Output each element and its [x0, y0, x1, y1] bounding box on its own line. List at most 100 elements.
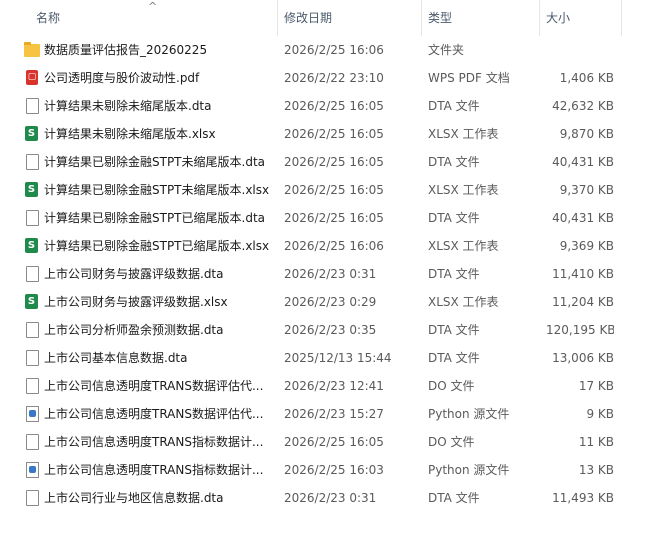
- dta-file-icon: [24, 210, 40, 226]
- file-size: 17 KB: [578, 379, 614, 393]
- file-name-cell: S 计算结果已剔除金融STPT未缩尾版本.xlsx: [24, 176, 276, 204]
- file-name-cell: S 计算结果未剔除未缩尾版本.xlsx: [24, 120, 276, 148]
- file-name-cell: S 计算结果已剔除金融STPT已缩尾版本.xlsx: [24, 232, 276, 260]
- file-row[interactable]: 上市公司信息透明度TRANS数据评估代... 2026/2/23 15:27 Pyt…: [0, 400, 655, 428]
- file-name: 数据质量评估报告_20260225: [44, 43, 208, 57]
- python-file-icon: [24, 462, 40, 478]
- file-modified-date: 2026/2/22 23:10: [284, 71, 384, 85]
- column-header-bar: 名称 ^ 修改日期 类型 大小: [0, 0, 655, 36]
- xlsx-icon: S: [24, 182, 40, 198]
- file-row[interactable]: S 计算结果未剔除未缩尾版本.xlsx 2026/2/25 16:05 XLSX 工作…: [0, 120, 655, 148]
- file-name: 上市公司行业与地区信息数据.dta: [44, 491, 224, 505]
- file-size: 40,431 KB: [552, 211, 614, 225]
- file-size: 40,431 KB: [552, 155, 614, 169]
- column-header-date[interactable]: 修改日期: [278, 0, 422, 36]
- file-name: 计算结果已剔除金融STPT未缩尾版本.dta: [44, 155, 266, 169]
- file-name: 公司透明度与股价波动性.pdf: [44, 71, 200, 85]
- file-size: 11,493 KB: [552, 491, 614, 505]
- file-type: WPS PDF 文档: [428, 71, 510, 85]
- file-type: XLSX 工作表: [428, 183, 499, 197]
- xlsx-icon: S: [24, 294, 40, 310]
- file-type: DTA 文件: [428, 211, 480, 225]
- file-modified-date: 2025/12/13 15:44: [284, 351, 392, 365]
- file-list: 数据质量评估报告_20260225 2026/2/25 16:06 文件夹 ▢ 公司透明…: [0, 36, 655, 512]
- dta-file-icon: [24, 350, 40, 366]
- file-name: 计算结果未剔除未缩尾版本.xlsx: [44, 127, 216, 141]
- file-name-cell: 上市公司行业与地区信息数据.dta: [24, 484, 276, 512]
- file-size: 11 KB: [578, 435, 614, 449]
- file-modified-date: 2026/2/23 0:31: [284, 267, 377, 281]
- do-file-icon: [24, 434, 40, 450]
- file-modified-date: 2026/2/25 16:06: [284, 239, 384, 253]
- file-row[interactable]: S 上市公司财务与披露评级数据.xlsx 2026/2/23 0:29 XLSX 工作…: [0, 288, 655, 316]
- pdf-icon: ▢: [24, 70, 40, 86]
- file-row[interactable]: 计算结果已剔除金融STPT未缩尾版本.dta 2026/2/25 16:05 DTA…: [0, 148, 655, 176]
- file-name-cell: 计算结果已剔除金融STPT已缩尾版本.dta: [24, 204, 276, 232]
- file-name: 上市公司信息透明度TRANS数据评估代...: [44, 407, 264, 421]
- file-row[interactable]: 上市公司行业与地区信息数据.dta 2026/2/23 0:31 DTA 文件 11,…: [0, 484, 655, 512]
- file-modified-date: 2026/2/25 16:05: [284, 99, 384, 113]
- file-row[interactable]: 计算结果未剔除未缩尾版本.dta 2026/2/25 16:05 DTA 文件 42,…: [0, 92, 655, 120]
- file-type: XLSX 工作表: [428, 127, 499, 141]
- file-name: 上市公司信息透明度TRANS指标数据计...: [44, 435, 264, 449]
- file-name: 上市公司信息透明度TRANS数据评估代...: [44, 379, 264, 393]
- file-name-cell: ▢ 公司透明度与股价波动性.pdf: [24, 64, 276, 92]
- file-type: 文件夹: [428, 43, 465, 57]
- file-modified-date: 2026/2/23 0:31: [284, 491, 377, 505]
- file-type: Python 源文件: [428, 463, 510, 477]
- file-size: [546, 36, 614, 64]
- file-type: Python 源文件: [428, 407, 510, 421]
- file-size: 120,195 KB: [546, 323, 614, 337]
- file-row[interactable]: 上市公司基本信息数据.dta 2025/12/13 15:44 DTA 文件 13,0…: [0, 344, 655, 372]
- file-name: 上市公司信息透明度TRANS指标数据计...: [44, 463, 264, 477]
- xlsx-icon: S: [24, 238, 40, 254]
- file-modified-date: 2026/2/25 16:05: [284, 155, 384, 169]
- file-row[interactable]: 上市公司信息透明度TRANS数据评估代... 2026/2/23 12:41 DO …: [0, 372, 655, 400]
- file-type: DO 文件: [428, 435, 475, 449]
- file-row[interactable]: S 计算结果已剔除金融STPT已缩尾版本.xlsx 2026/2/25 16:06 X…: [0, 232, 655, 260]
- file-type: XLSX 工作表: [428, 295, 499, 309]
- dta-file-icon: [24, 490, 40, 506]
- sort-ascending-icon: ^: [148, 0, 158, 13]
- file-row[interactable]: 上市公司信息透明度TRANS指标数据计... 2026/2/25 16:03 Pyt…: [0, 456, 655, 484]
- file-type: DTA 文件: [428, 267, 480, 281]
- file-type: DTA 文件: [428, 155, 480, 169]
- file-name-cell: 上市公司财务与披露评级数据.dta: [24, 260, 276, 288]
- file-type: XLSX 工作表: [428, 239, 499, 253]
- file-modified-date: 2026/2/23 0:29: [284, 295, 377, 309]
- file-size: 9,369 KB: [559, 239, 614, 253]
- file-type: DTA 文件: [428, 323, 480, 337]
- dta-file-icon: [24, 98, 40, 114]
- file-size: 9,370 KB: [559, 183, 614, 197]
- file-modified-date: 2026/2/25 16:05: [284, 127, 384, 141]
- file-size: 11,410 KB: [552, 267, 614, 281]
- file-row[interactable]: S 计算结果已剔除金融STPT未缩尾版本.xlsx 2026/2/25 16:05 X…: [0, 176, 655, 204]
- file-row[interactable]: 上市公司信息透明度TRANS指标数据计... 2026/2/25 16:05 DO …: [0, 428, 655, 456]
- file-name: 上市公司分析师盈余预测数据.dta: [44, 323, 224, 337]
- dta-file-icon: [24, 322, 40, 338]
- dta-file-icon: [24, 266, 40, 282]
- file-modified-date: 2026/2/25 16:05: [284, 211, 384, 225]
- file-row[interactable]: 上市公司财务与披露评级数据.dta 2026/2/23 0:31 DTA 文件 11,…: [0, 260, 655, 288]
- file-name-cell: 上市公司信息透明度TRANS数据评估代...: [24, 400, 276, 428]
- file-name-cell: 计算结果未剔除未缩尾版本.dta: [24, 92, 276, 120]
- file-name-cell: 上市公司信息透明度TRANS指标数据计...: [24, 456, 276, 484]
- python-file-icon: [24, 406, 40, 422]
- file-size: 42,632 KB: [552, 99, 614, 113]
- column-header-size[interactable]: 大小: [540, 0, 622, 36]
- file-name-cell: S 上市公司财务与披露评级数据.xlsx: [24, 288, 276, 316]
- file-size: 13,006 KB: [552, 351, 614, 365]
- file-row[interactable]: ▢ 公司透明度与股价波动性.pdf 2026/2/22 23:10 WPS PDF 文…: [0, 64, 655, 92]
- file-name-cell: 上市公司信息透明度TRANS指标数据计...: [24, 428, 276, 456]
- file-row[interactable]: 计算结果已剔除金融STPT已缩尾版本.dta 2026/2/25 16:05 DTA…: [0, 204, 655, 232]
- file-row[interactable]: 上市公司分析师盈余预测数据.dta 2026/2/23 0:35 DTA 文件 120…: [0, 316, 655, 344]
- file-size: 9 KB: [586, 407, 614, 421]
- file-name: 计算结果已剔除金融STPT未缩尾版本.xlsx: [44, 183, 270, 197]
- file-type: DTA 文件: [428, 491, 480, 505]
- file-size: 1,406 KB: [559, 71, 614, 85]
- file-modified-date: 2026/2/23 0:35: [284, 323, 377, 337]
- file-name-cell: 上市公司信息透明度TRANS数据评估代...: [24, 372, 276, 400]
- file-row[interactable]: 数据质量评估报告_20260225 2026/2/25 16:06 文件夹: [0, 36, 655, 64]
- column-header-type[interactable]: 类型: [422, 0, 540, 36]
- file-name-cell: 上市公司基本信息数据.dta: [24, 344, 276, 372]
